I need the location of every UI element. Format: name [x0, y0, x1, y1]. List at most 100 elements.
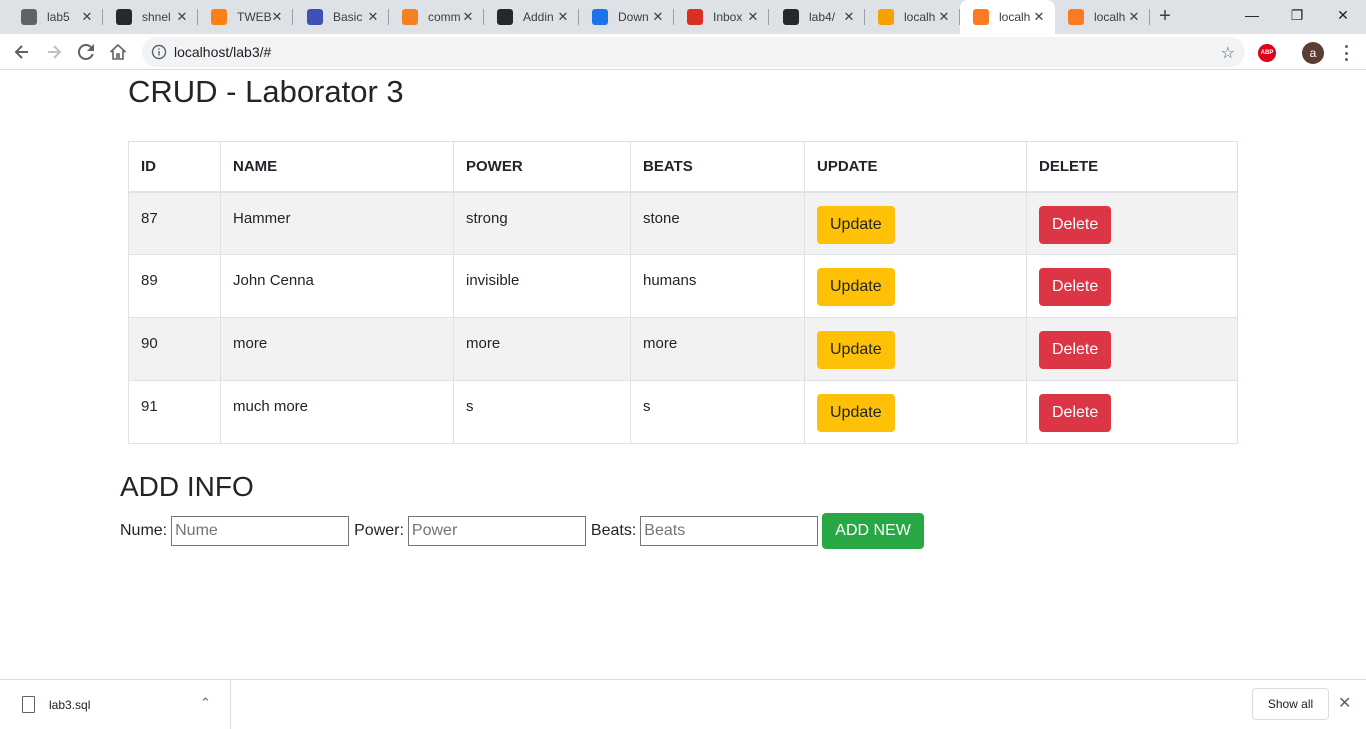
xampp-icon: [973, 9, 989, 25]
browser-tab[interactable]: Addin ✕: [484, 0, 579, 34]
forward-button[interactable]: [40, 38, 68, 66]
github-icon: [783, 9, 799, 25]
delete-button[interactable]: Delete: [1039, 268, 1112, 306]
github-icon: [116, 9, 132, 25]
browser-tab[interactable]: lab5 ✕: [8, 0, 103, 34]
tab-title: lab4/: [809, 10, 836, 24]
beats-label: Beats:: [590, 522, 637, 539]
browser-tab[interactable]: localh ✕: [1055, 0, 1150, 34]
download-item[interactable]: lab3.sql ⌃: [0, 680, 231, 729]
new-tab-button[interactable]: +: [1153, 6, 1177, 28]
chevron-up-icon[interactable]: ⌃: [200, 695, 211, 711]
cell-power: more: [453, 317, 631, 381]
tab-close-icon[interactable]: ✕: [555, 9, 571, 25]
table-header-row: ID NAME POWER BEATS UPDATE DELETE: [128, 141, 1238, 193]
browser-tab[interactable]: Inbox ✕: [674, 0, 769, 34]
tab-close-icon[interactable]: ✕: [745, 9, 761, 25]
power-label: Power:: [354, 522, 404, 539]
update-button[interactable]: Update: [817, 331, 895, 369]
cell-power: strong: [453, 191, 631, 255]
table-row: 87 Hammer strong stone Update Delete: [128, 191, 1238, 255]
maximize-button[interactable]: ❐: [1274, 0, 1320, 30]
cell-delete: Delete: [1026, 191, 1238, 255]
nume-input[interactable]: [171, 516, 350, 546]
browser-menu-icon[interactable]: [1338, 43, 1354, 63]
power-input[interactable]: [407, 516, 586, 546]
header-id: ID: [128, 141, 221, 193]
update-button[interactable]: Update: [817, 394, 895, 432]
crud-table: ID NAME POWER BEATS UPDATE DELETE 87 Hamm…: [128, 141, 1238, 444]
table-row: 89 John Cenna invisible humans Update Delete: [128, 254, 1238, 318]
tab-close-icon[interactable]: ✕: [460, 9, 476, 25]
update-button[interactable]: Update: [817, 205, 895, 244]
cell-beats: humans: [630, 254, 805, 318]
back-button[interactable]: [8, 38, 36, 66]
xampp-icon: [1068, 9, 1084, 25]
header-delete: DELETE: [1026, 141, 1238, 193]
close-shelf-icon[interactable]: ✕: [1338, 693, 1351, 713]
window-close-button[interactable]: ✕: [1320, 0, 1366, 30]
phpmyadmin-icon: [878, 9, 894, 25]
header-power: POWER: [453, 141, 631, 193]
profile-avatar[interactable]: a: [1302, 42, 1324, 64]
browser-tab[interactable]: Basic ✕: [294, 0, 389, 34]
show-all-button[interactable]: Show all: [1252, 688, 1329, 720]
cell-name: Hammer: [220, 191, 454, 255]
tab-separator: [1149, 9, 1150, 25]
browser-tab[interactable]: Down ✕: [579, 0, 674, 34]
github-icon: [497, 9, 513, 25]
tab-title: lab5: [47, 10, 70, 24]
tab-title: Basic: [333, 10, 363, 24]
browser-tab[interactable]: localh ✕: [960, 0, 1055, 34]
tab-close-icon[interactable]: ✕: [1031, 9, 1047, 25]
tab-close-icon[interactable]: ✕: [174, 9, 190, 25]
tab-title: localh: [1094, 10, 1126, 24]
tab-separator: [292, 9, 293, 25]
minimize-button[interactable]: —: [1229, 0, 1275, 30]
tab-close-icon[interactable]: ✕: [650, 9, 666, 25]
add-new-button[interactable]: ADD NEW: [822, 513, 924, 549]
browser-tab[interactable]: comm ✕: [389, 0, 484, 34]
tab-title: shnel: [142, 10, 171, 24]
beats-input[interactable]: [640, 516, 819, 546]
table-row: 90 more more more Update Delete: [128, 317, 1238, 381]
address-bar[interactable]: localhost/lab3/# ☆: [142, 37, 1245, 67]
page-title: CRUD - Laborator 3: [128, 74, 404, 109]
tab-separator: [768, 9, 769, 25]
tab-close-icon[interactable]: ✕: [269, 9, 285, 25]
moodle-icon: [211, 9, 227, 25]
delete-button[interactable]: Delete: [1039, 205, 1112, 244]
tab-title: Down: [618, 10, 649, 24]
bookmark-star-icon[interactable]: ☆: [1221, 43, 1235, 63]
tab-title: Inbox: [713, 10, 743, 24]
cell-beats: more: [630, 317, 805, 381]
reload-button[interactable]: [72, 38, 100, 66]
tab-close-icon[interactable]: ✕: [79, 9, 95, 25]
home-icon: [110, 44, 126, 60]
tab-title: TWEB: [237, 10, 272, 24]
tab-close-icon[interactable]: ✕: [841, 9, 857, 25]
url-text: localhost/lab3/#: [174, 44, 272, 60]
tab-title: comm: [428, 10, 461, 24]
file-icon: [22, 696, 35, 713]
tab-title: localh: [904, 10, 936, 24]
browser-tab[interactable]: lab4/ ✕: [770, 0, 865, 34]
delete-button[interactable]: Delete: [1039, 394, 1112, 432]
browser-tab[interactable]: shnel ✕: [103, 0, 198, 34]
browser-tab[interactable]: localh ✕: [865, 0, 960, 34]
browser-tab[interactable]: TWEB ✕: [198, 0, 293, 34]
tab-close-icon[interactable]: ✕: [365, 9, 381, 25]
adblock-extension-icon[interactable]: ABP: [1258, 44, 1276, 62]
cell-power: invisible: [453, 254, 631, 318]
delete-button[interactable]: Delete: [1039, 331, 1112, 369]
cell-id: 87: [128, 191, 221, 255]
update-button[interactable]: Update: [817, 268, 895, 306]
cell-update: Update: [804, 380, 1027, 444]
tab-close-icon[interactable]: ✕: [1126, 9, 1142, 25]
cell-update: Update: [804, 254, 1027, 318]
info-icon[interactable]: [151, 44, 167, 60]
cell-id: 90: [128, 317, 221, 381]
tab-close-icon[interactable]: ✕: [936, 9, 952, 25]
home-button[interactable]: [104, 38, 132, 66]
browser-tab-strip: lab5 ✕ shnel ✕ TWEB ✕ Basic ✕ comm ✕ Addin ✕ Down ✕ In…: [0, 0, 1366, 34]
